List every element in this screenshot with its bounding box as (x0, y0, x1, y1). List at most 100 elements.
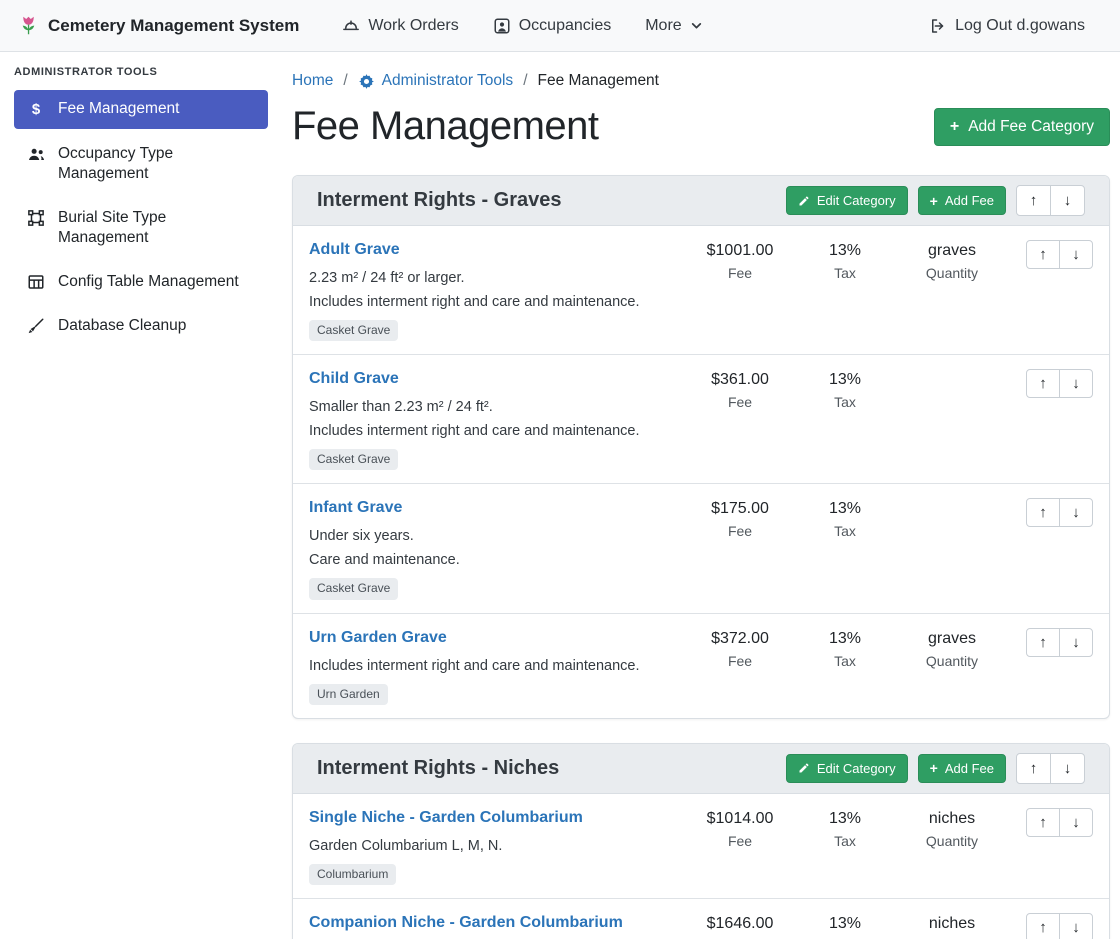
logout-link[interactable]: Log Out d.gowans (912, 0, 1102, 52)
category-actions: Edit Category + Add Fee ↑ ↓ (786, 185, 1085, 216)
move-category-down-button[interactable]: ↓ (1050, 753, 1085, 784)
move-fee-up-button[interactable]: ↑ (1026, 240, 1060, 269)
plus-icon: + (950, 119, 959, 135)
arrow-down-icon: ↓ (1072, 504, 1080, 521)
fee-amount: $372.00 (681, 628, 799, 650)
fee-description: Garden Columbarium L, M, N. (309, 836, 669, 856)
arrow-down-icon: ↓ (1072, 919, 1080, 936)
fee-label: Fee (681, 523, 799, 539)
plus-icon: + (930, 761, 938, 775)
fee-row: Child Grave Smaller than 2.23 m² / 24 ft… (293, 355, 1109, 484)
fee-amount-col: $1001.00 Fee (681, 239, 799, 281)
category-header: Interment Rights - Graves Edit Category … (293, 176, 1109, 226)
move-category-up-button[interactable]: ↑ (1016, 185, 1051, 216)
nav-work-orders[interactable]: Work Orders (325, 0, 475, 52)
fee-name-link[interactable]: Urn Garden Grave (309, 627, 447, 649)
quantity-col: graves Quantity (891, 239, 1013, 281)
fee-row: Urn Garden Grave Includes interment righ… (293, 614, 1109, 718)
move-fee-down-button[interactable]: ↓ (1059, 808, 1093, 837)
nav-occupancies[interactable]: Occupancies (476, 0, 629, 52)
move-fee-up-button[interactable]: ↑ (1026, 808, 1060, 837)
sidebar-item-fee-management[interactable]: $ Fee Management (14, 90, 268, 129)
brand-label: Cemetery Management System (48, 16, 299, 36)
move-fee-down-button[interactable]: ↓ (1059, 240, 1093, 269)
fee-reorder-group: ↑ ↓ (1013, 497, 1093, 527)
fee-label: Fee (681, 833, 799, 849)
move-fee-up-button[interactable]: ↑ (1026, 498, 1060, 527)
fee-category-card-niches: Interment Rights - Niches Edit Category … (292, 743, 1110, 939)
fee-description: Care and maintenance. (309, 550, 669, 570)
tax-value: 13% (799, 628, 891, 650)
move-fee-down-button[interactable]: ↓ (1059, 913, 1093, 939)
fee-amount-col: $361.00 Fee (681, 368, 799, 410)
fee-main: Adult Grave 2.23 m² / 24 ft² or larger. … (309, 239, 681, 341)
broom-icon (26, 316, 46, 335)
fee-reorder-group: ↑ ↓ (1013, 807, 1093, 837)
fee-name-link[interactable]: Infant Grave (309, 497, 402, 519)
add-fee-button[interactable]: + Add Fee (918, 186, 1006, 215)
logout-icon (929, 17, 947, 35)
category-reorder-group: ↑ ↓ (1016, 753, 1085, 784)
fee-name-link[interactable]: Adult Grave (309, 239, 400, 261)
sidebar-item-label: Occupancy Type Management (58, 144, 256, 184)
edit-category-button[interactable]: Edit Category (786, 754, 908, 783)
sidebar-item-config-table[interactable]: Config Table Management (14, 263, 268, 301)
add-fee-category-button[interactable]: + Add Fee Category (934, 108, 1110, 146)
breadcrumb-home[interactable]: Home (292, 72, 333, 90)
person-frame-icon (493, 17, 511, 35)
move-fee-up-button[interactable]: ↑ (1026, 369, 1060, 398)
move-fee-down-button[interactable]: ↓ (1059, 369, 1093, 398)
nav-occupancies-label: Occupancies (519, 17, 612, 35)
category-header: Interment Rights - Niches Edit Category … (293, 744, 1109, 794)
quantity-col: niches Quantity (891, 807, 1013, 849)
quantity-label: Quantity (891, 265, 1013, 281)
sidebar-item-occupancy-type[interactable]: Occupancy Type Management (14, 135, 268, 193)
quantity-col: niches Quantity (891, 912, 1013, 939)
move-fee-up-button[interactable]: ↑ (1026, 628, 1060, 657)
fee-reorder-group: ↑ ↓ (1013, 912, 1093, 939)
vector-square-icon (26, 208, 46, 227)
sidebar-item-label: Fee Management (58, 99, 180, 119)
tax-col: 13% Tax (799, 627, 891, 669)
arrow-up-icon: ↑ (1039, 814, 1047, 831)
fee-reorder-group: ↑ ↓ (1013, 239, 1093, 269)
fee-amount-col: $1646.00 Fee (681, 912, 799, 939)
brand-link[interactable]: Cemetery Management System (18, 15, 299, 36)
arrow-up-icon: ↑ (1030, 760, 1038, 777)
fee-main: Child Grave Smaller than 2.23 m² / 24 ft… (309, 368, 681, 470)
move-category-down-button[interactable]: ↓ (1050, 185, 1085, 216)
category-reorder-group: ↑ ↓ (1016, 185, 1085, 216)
fee-amount-col: $372.00 Fee (681, 627, 799, 669)
fee-reorder-group: ↑ ↓ (1013, 368, 1093, 398)
edit-category-label: Edit Category (817, 193, 896, 208)
gear-icon (358, 73, 375, 90)
nav-more[interactable]: More (628, 0, 719, 52)
tax-col: 13% Tax (799, 368, 891, 410)
fee-name-link[interactable]: Child Grave (309, 368, 399, 390)
quantity-col: graves Quantity (891, 627, 1013, 669)
move-fee-down-button[interactable]: ↓ (1059, 628, 1093, 657)
quantity-unit: graves (891, 628, 1013, 650)
move-fee-down-button[interactable]: ↓ (1059, 498, 1093, 527)
move-fee-up-button[interactable]: ↑ (1026, 913, 1060, 939)
add-fee-button[interactable]: + Add Fee (918, 754, 1006, 783)
edit-category-label: Edit Category (817, 761, 896, 776)
fee-description: Includes interment right and care and ma… (309, 656, 669, 676)
edit-category-button[interactable]: Edit Category (786, 186, 908, 215)
quantity-col (891, 497, 1013, 498)
fee-name-link[interactable]: Companion Niche - Garden Columbarium (309, 912, 623, 934)
tax-value: 13% (799, 913, 891, 935)
pencil-icon (798, 762, 810, 774)
tax-label: Tax (799, 523, 891, 539)
sidebar: ADMINISTRATOR TOOLS $ Fee Management Occ… (0, 52, 280, 939)
breadcrumb-admin-tools[interactable]: Administrator Tools (358, 72, 514, 90)
tax-col: 13% Tax (799, 807, 891, 849)
fee-name-link[interactable]: Single Niche - Garden Columbarium (309, 807, 583, 829)
tax-value: 13% (799, 369, 891, 391)
sidebar-item-burial-site-type[interactable]: Burial Site Type Management (14, 199, 268, 257)
fee-label: Fee (681, 265, 799, 281)
sidebar-item-database-cleanup[interactable]: Database Cleanup (14, 307, 268, 345)
move-category-up-button[interactable]: ↑ (1016, 753, 1051, 784)
category-actions: Edit Category + Add Fee ↑ ↓ (786, 753, 1085, 784)
page-head: Fee Management + Add Fee Category (292, 104, 1110, 149)
